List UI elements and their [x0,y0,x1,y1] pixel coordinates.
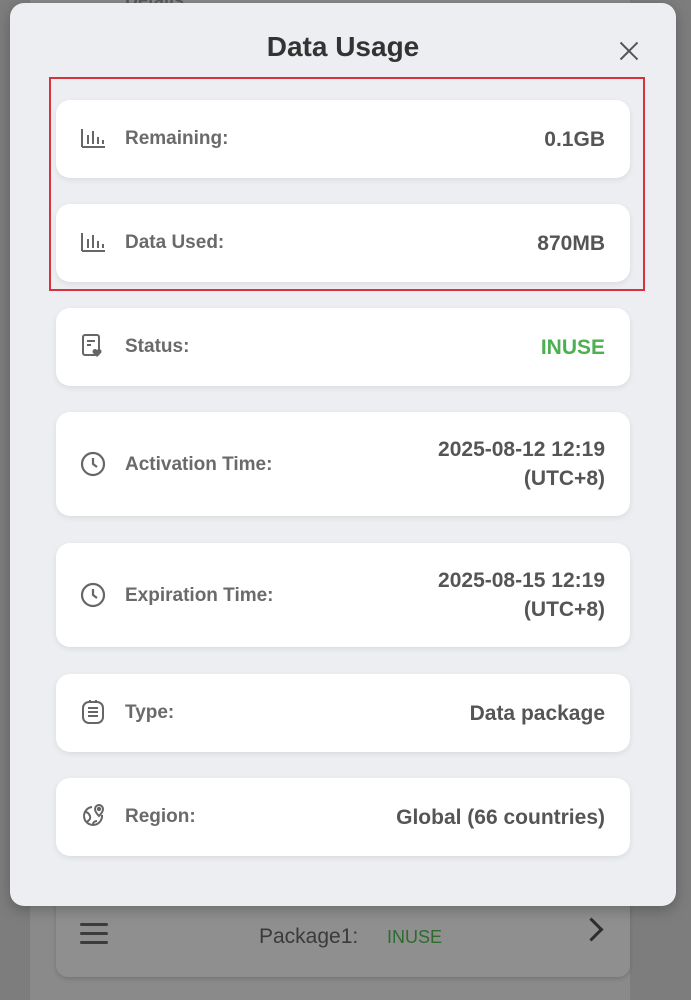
document-heart-icon [80,333,108,361]
region-row: Region: Global (66 countries) [56,778,630,856]
activation-time-value: 2025-08-12 12:19 (UTC+8) [438,435,605,493]
type-label: Type: [125,702,175,723]
package-label: Package1: [259,925,359,948]
activation-time-row: Activation Time: 2025-08-12 12:19 (UTC+8… [56,412,630,516]
activation-timezone: (UTC+8) [523,467,605,490]
bar-chart-icon [80,229,108,257]
expiration-time-value: 2025-08-15 12:19 (UTC+8) [438,566,605,624]
type-value: Data package [469,702,605,725]
close-icon[interactable] [614,36,644,66]
remaining-label: Remaining: [125,128,229,149]
expiration-time-label: Expiration Time: [125,585,274,606]
activation-datetime: 2025-08-12 12:19 [438,438,605,461]
region-label: Region: [125,806,196,827]
list-doc-icon [80,699,108,727]
region-value: Global (66 countries) [396,806,605,829]
menu-icon[interactable] [80,923,108,947]
globe-pin-icon [80,803,108,831]
data-used-row: Data Used: 870MB [56,204,630,282]
activation-time-label: Activation Time: [125,454,273,475]
status-label: Status: [125,336,190,357]
status-value: INUSE [540,336,605,359]
chevron-right-icon[interactable] [579,917,604,942]
modal-title: Data Usage [266,31,420,62]
bar-chart-icon [80,125,108,153]
clock-icon [80,451,108,479]
status-row: Status: INUSE [56,308,630,386]
data-usage-modal: Data Usage Remaining: 0.1GB Data Used: 8… [10,3,676,906]
package-card[interactable]: Package1: INUSE [56,895,630,977]
expiration-time-row: Expiration Time: 2025-08-15 12:19 (UTC+8… [56,543,630,647]
type-row: Type: Data package [56,674,630,752]
remaining-row: Remaining: 0.1GB [56,100,630,178]
data-used-value: 870MB [537,232,605,255]
expiration-timezone: (UTC+8) [523,598,605,621]
clock-icon [80,582,108,610]
expiration-datetime: 2025-08-15 12:19 [438,569,605,592]
package-status: INUSE [387,927,443,947]
data-used-label: Data Used: [125,232,225,253]
remaining-value: 0.1GB [544,128,605,151]
